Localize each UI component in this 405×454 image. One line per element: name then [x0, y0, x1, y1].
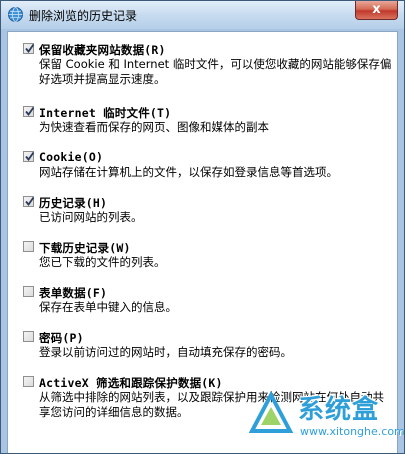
- internet-explorer-icon: [7, 6, 24, 23]
- option-description: 登录以前访问过的网站时，自动填充保存的密码。: [39, 345, 292, 359]
- title-bar[interactable]: 删除浏览的历史记录 x: [1, 1, 404, 29]
- option-description: 已访问网站的列表。: [39, 210, 143, 224]
- option-label: 历史记录(H): [39, 196, 108, 210]
- checkbox-activex-tracking-data[interactable]: [23, 376, 34, 387]
- option-label: 表单数据(F): [39, 286, 108, 300]
- checkbox-cookies[interactable]: [23, 151, 35, 162]
- checkbox-download-history[interactable]: [23, 241, 34, 252]
- option-description: 保存在表单中键入的信息。: [39, 300, 177, 314]
- option-description: 保留 Cookie 和 Internet 临时文件，可以使您收藏的网站能够保存偏…: [39, 57, 392, 86]
- option-label: 保留收藏夹网站数据(R): [39, 43, 166, 57]
- watermark-url: www.xitonghe.com: [300, 425, 405, 438]
- option-description: 为快速查看而保存的网页、图像和媒体的副本: [39, 120, 269, 134]
- watermark-logo-icon: [248, 390, 294, 441]
- watermark-name: 系统盒: [298, 395, 380, 425]
- watermark: 系统盒 www.xitonghe.com: [248, 387, 404, 447]
- close-button[interactable]: x: [355, 1, 398, 20]
- window-title: 删除浏览的历史记录: [29, 9, 138, 23]
- option-label: ActiveX 筛选和跟踪保护数据(K): [39, 376, 223, 390]
- checkbox-favorites-data[interactable]: [23, 43, 35, 54]
- option-label: 密码(P): [39, 331, 84, 345]
- checkbox-form-data[interactable]: [23, 286, 34, 297]
- option-label: 下载历史记录(W): [39, 241, 131, 255]
- checkbox-temp-internet-files[interactable]: [23, 106, 35, 117]
- checkbox-history[interactable]: [23, 196, 35, 207]
- option-description: 网站存储在计算机上的文件，以保存如登录信息等首选项。: [39, 165, 338, 179]
- option-label: Internet 临时文件(T): [39, 106, 172, 120]
- checkbox-passwords[interactable]: [23, 331, 34, 342]
- delete-browsing-history-dialog: 删除浏览的历史记录 x 保留收藏夹网站数据(R) 保留 Cookie 和 Int…: [0, 0, 405, 454]
- option-label: Cookie(O): [39, 150, 104, 164]
- option-description: 您已下载的文件的列表。: [39, 255, 166, 269]
